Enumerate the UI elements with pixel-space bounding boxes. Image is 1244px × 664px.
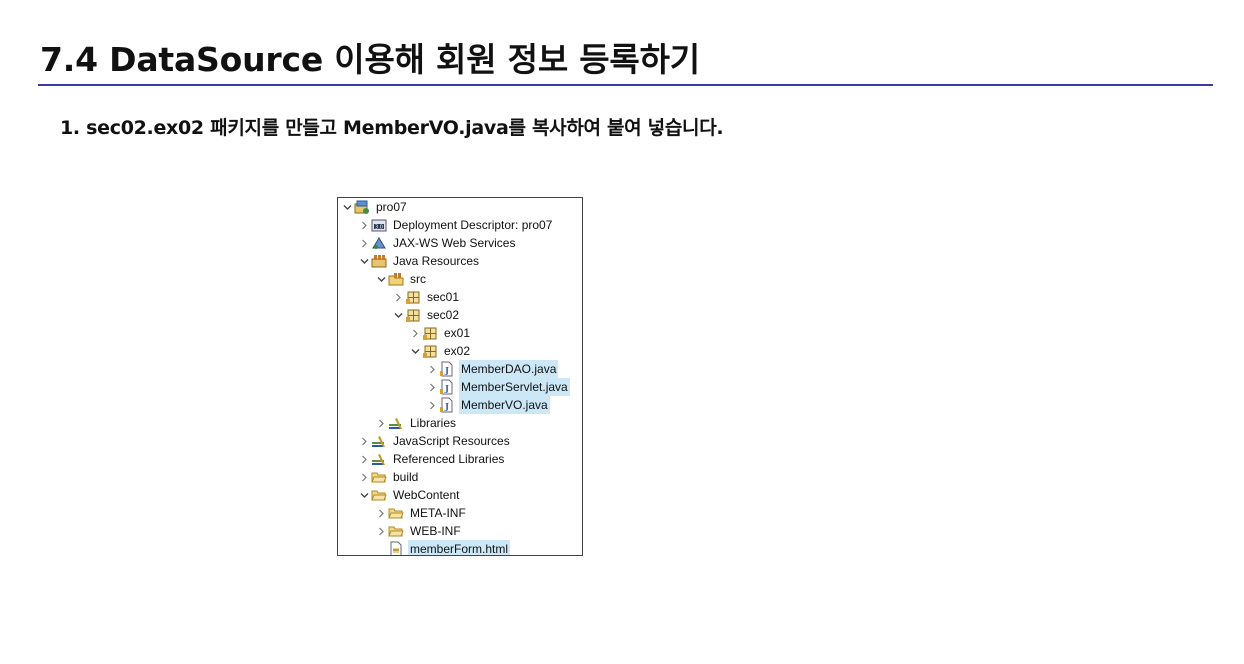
tree-item[interactable]: Referenced Libraries — [359, 450, 506, 468]
tree-item-label: Java Resources — [393, 254, 480, 268]
tree-item-label: Referenced Libraries — [393, 452, 505, 466]
package-icon — [422, 325, 438, 341]
chevron-down-icon[interactable] — [376, 270, 386, 288]
chevron-right-icon[interactable] — [359, 432, 369, 450]
folder-icon — [371, 469, 387, 485]
tree-item[interactable]: WEB-INF — [376, 522, 463, 540]
chevron-right-icon[interactable] — [376, 522, 386, 540]
tree-item-label: ex02 — [444, 344, 471, 358]
tree-item-label: MemberServlet.java — [459, 378, 570, 396]
library-icon — [371, 433, 387, 449]
chevron-right-icon[interactable] — [376, 414, 386, 432]
chevron-down-icon[interactable] — [393, 306, 403, 324]
source-folder-icon — [388, 271, 404, 287]
tree-item-label: WEB-INF — [410, 524, 461, 538]
chevron-down-icon[interactable] — [410, 342, 420, 360]
tree-item[interactable]: src — [376, 270, 428, 288]
java-resources-icon — [371, 253, 387, 269]
tree-item-label: Libraries — [410, 416, 457, 430]
library-icon — [388, 415, 404, 431]
chevron-right-icon[interactable] — [359, 234, 369, 252]
svg-text:J: J — [444, 383, 449, 393]
deployment-descriptor-icon: 3.0 — [371, 217, 387, 233]
slide-title: 7.4 DataSource 이용해 회원 정보 등록하기 — [40, 40, 700, 79]
tree-item[interactable]: memberForm.html — [376, 540, 511, 556]
chevron-right-icon[interactable] — [427, 378, 437, 396]
tree-item-label: ex01 — [444, 326, 471, 340]
java-file-icon: J — [439, 397, 455, 413]
chevron-down-icon[interactable] — [359, 252, 369, 270]
svg-text:3.0: 3.0 — [375, 225, 383, 231]
chevron-right-icon[interactable] — [359, 216, 369, 234]
tree-item[interactable]: J MemberServlet.java — [427, 378, 570, 396]
package-icon — [405, 289, 421, 305]
project-explorer-tree: pro07 3.0 Deployment Descriptor: pro07 JAX-… — [337, 197, 583, 556]
tree-item[interactable]: ex02 — [410, 342, 472, 360]
tree-item[interactable]: pro07 — [342, 198, 409, 216]
tree-item-label: memberForm.html — [408, 540, 511, 556]
chevron-right-icon[interactable] — [376, 504, 386, 522]
java-file-icon: J — [439, 379, 455, 395]
chevron-right-icon[interactable] — [427, 396, 437, 414]
tree-item[interactable]: sec02 — [393, 306, 461, 324]
chevron-right-icon[interactable] — [359, 450, 369, 468]
java-file-icon: J — [439, 361, 455, 377]
tree-item[interactable]: JAX-WS Web Services — [359, 234, 517, 252]
web-services-icon — [371, 235, 387, 251]
tree-item[interactable]: WebContent — [359, 486, 462, 504]
folder-icon — [388, 505, 404, 521]
tree-item[interactable]: Libraries — [376, 414, 458, 432]
tree-item[interactable]: J MemberVO.java — [427, 396, 550, 414]
tree-item-label: MemberDAO.java — [459, 360, 559, 378]
chevron-down-icon[interactable] — [359, 486, 369, 504]
title-underline — [38, 84, 1213, 86]
tree-item-label: build — [393, 470, 419, 484]
tree-item-label: WebContent — [393, 488, 460, 502]
svg-text:J: J — [444, 365, 449, 375]
tree-item-label: sec01 — [427, 290, 460, 304]
tree-item[interactable]: Java Resources — [359, 252, 481, 270]
folder-icon — [388, 523, 404, 539]
tree-item-label: src — [410, 272, 426, 286]
tree-item-label: MemberVO.java — [459, 396, 550, 414]
tree-item[interactable]: 3.0 Deployment Descriptor: pro07 — [359, 216, 554, 234]
tree-item-label: META-INF — [410, 506, 466, 520]
tree-item-label: JAX-WS Web Services — [393, 236, 516, 250]
tree-item[interactable]: JavaScript Resources — [359, 432, 512, 450]
tree-item[interactable]: META-INF — [376, 504, 468, 522]
chevron-right-icon[interactable] — [393, 288, 403, 306]
tree-item-label: JavaScript Resources — [393, 434, 510, 448]
tree-item[interactable]: sec01 — [393, 288, 461, 306]
tree-item-label: Deployment Descriptor: pro07 — [393, 218, 553, 232]
project-icon — [354, 199, 370, 215]
chevron-right-icon[interactable] — [359, 468, 369, 486]
folder-icon — [371, 487, 387, 503]
chevron-right-icon[interactable] — [427, 360, 437, 378]
library-icon — [371, 451, 387, 467]
package-icon — [422, 343, 438, 359]
tree-item[interactable]: build — [359, 468, 420, 486]
tree-item-label: pro07 — [376, 200, 407, 214]
package-icon — [405, 307, 421, 323]
tree-item-label: sec02 — [427, 308, 460, 322]
html-file-icon — [388, 541, 404, 555]
tree-item[interactable]: J MemberDAO.java — [427, 360, 559, 378]
tree-item[interactable]: ex01 — [410, 324, 472, 342]
step-instruction: 1. sec02.ex02 패키지를 만들고 MemberVO.java를 복사… — [60, 117, 724, 139]
chevron-down-icon[interactable] — [342, 198, 352, 216]
svg-text:J: J — [444, 401, 449, 411]
chevron-right-icon[interactable] — [410, 324, 420, 342]
